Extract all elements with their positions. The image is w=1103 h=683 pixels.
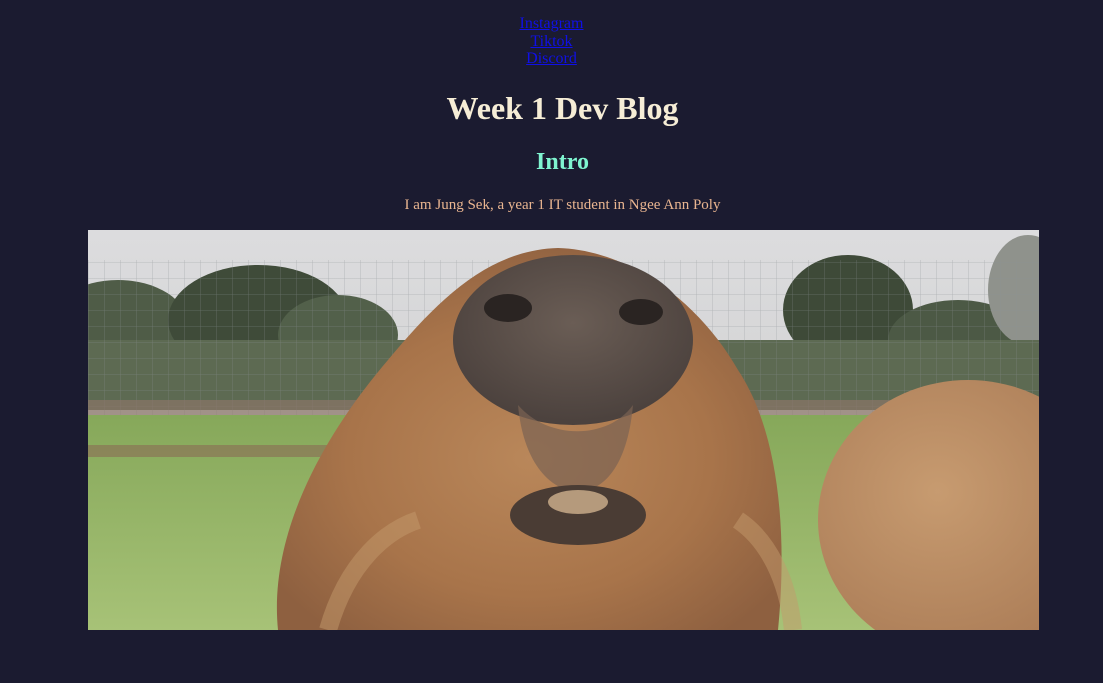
- tiktok-link[interactable]: Tiktok: [530, 33, 572, 51]
- intro-heading: Intro: [536, 149, 589, 175]
- page-title: Week 1 Dev Blog: [446, 90, 679, 126]
- right-nostril: [619, 299, 663, 325]
- capybara-photo: [88, 230, 1039, 630]
- discord-link[interactable]: Discord: [526, 50, 577, 68]
- instagram-link[interactable]: Instagram: [520, 15, 584, 33]
- teeth: [548, 490, 608, 514]
- social-nav: Instagram Tiktok Discord: [0, 15, 1103, 68]
- left-nostril: [484, 294, 532, 322]
- page: Instagram Tiktok Discord Week 1 Dev Blog…: [0, 0, 1103, 683]
- intro-text: I am Jung Sek, a year 1 IT student in Ng…: [404, 197, 721, 213]
